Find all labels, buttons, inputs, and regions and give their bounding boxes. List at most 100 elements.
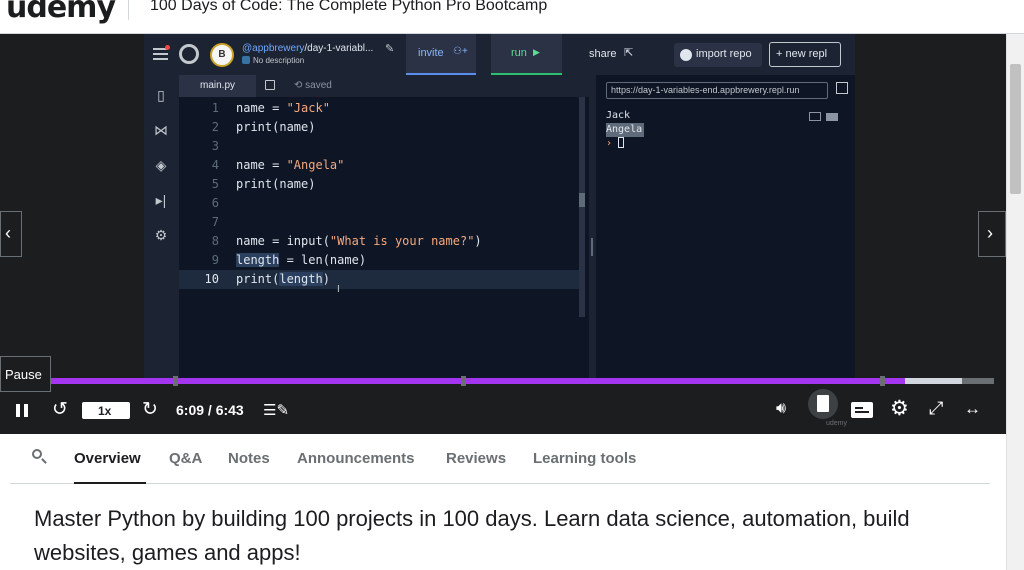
fullscreen-icon: ⤢ [929, 398, 944, 418]
console-output: Jack Angela › [606, 109, 645, 151]
course-tabs: Overview Q&A Notes Announcements Reviews… [10, 434, 990, 484]
console-line: Angela [606, 123, 645, 137]
chevron-left-icon: ‹ [5, 223, 11, 243]
files-icon[interactable]: ▯ [153, 87, 169, 103]
notes-icon: ☰✎ [263, 402, 290, 419]
code-line: 6 [211, 196, 219, 210]
search-button[interactable] [32, 449, 50, 467]
forward-5s-button[interactable]: ↻ [140, 398, 162, 420]
repl-name: /day-1-variabl... [304, 43, 374, 54]
file-menu-icon[interactable] [265, 80, 275, 90]
chevron-right-icon: › [987, 223, 993, 243]
replit-logo-icon[interactable] [179, 44, 199, 64]
code-line: 2 print(name) [211, 120, 316, 134]
code-line: 7 [211, 215, 219, 229]
file-tab-main-py[interactable]: main.py [179, 75, 256, 97]
history-icon: ⟲ [294, 80, 306, 91]
import-repo-button[interactable]: import repo [674, 43, 762, 67]
github-icon [680, 49, 692, 61]
clipboard-icon [817, 395, 829, 412]
tab-qa[interactable]: Q&A [169, 450, 202, 467]
tab-announcements[interactable]: Announcements [297, 450, 415, 467]
chapter-marker [880, 376, 885, 386]
gear-icon: ⚙ [890, 397, 909, 420]
console-pane[interactable]: https://day-1-variables-end.appbrewery.r… [596, 75, 855, 380]
run-button[interactable]: run ▶ [491, 34, 562, 75]
packages-icon[interactable]: ◈ [153, 157, 169, 173]
transcript-button[interactable] [808, 389, 838, 419]
volume-button[interactable]: 🔊︎ [776, 400, 798, 420]
code-line: 3 [211, 139, 219, 153]
share-button[interactable]: share ⇱ [578, 34, 650, 75]
pause-button[interactable] [15, 403, 31, 419]
settings-gear-icon[interactable]: ⚙ [153, 227, 169, 243]
new-repl-button[interactable]: + new repl [769, 42, 841, 67]
replit-header: B @appbrewery/day-1-variabl... ✎ No desc… [144, 34, 855, 75]
exit-icon[interactable] [809, 112, 821, 121]
captions-button[interactable] [851, 402, 875, 419]
debugger-icon[interactable]: ▸| [153, 192, 169, 208]
clear-console-icon[interactable] [826, 113, 838, 121]
progress-bar [51, 378, 905, 384]
editor-tab-bar: main.py ⟲ saved [179, 75, 589, 97]
code-line: 9 length = len(name) [211, 253, 367, 267]
top-bar: udemy 100 Days of Code: The Complete Pyt… [0, 0, 1024, 34]
playback-speed-button[interactable]: 1x [82, 402, 130, 419]
page-scroll-thumb[interactable] [1010, 64, 1021, 194]
settings-button[interactable]: ⚙ [890, 397, 912, 420]
repl-description: No description [242, 56, 304, 65]
forward-icon: ↻ [142, 399, 158, 420]
code-line-active: 10 print(length) [179, 270, 579, 289]
tab-reviews[interactable]: Reviews [446, 450, 506, 467]
share-icon: ⇱ [624, 47, 634, 59]
code-line: 5 print(name) [211, 177, 316, 191]
udemy-logo[interactable]: udemy [6, 0, 116, 25]
progress-track[interactable] [51, 376, 994, 386]
prompt-icon: › [606, 138, 613, 149]
video-player[interactable]: B @appbrewery/day-1-variabl... ✎ No desc… [0, 34, 1006, 434]
repl-title[interactable]: @appbrewery/day-1-variabl... [242, 43, 373, 54]
open-in-new-tab-icon[interactable] [836, 82, 848, 94]
tab-notes[interactable]: Notes [228, 450, 270, 467]
replit-frame: B @appbrewery/day-1-variabl... ✎ No desc… [144, 34, 855, 380]
play-icon: ▶ [533, 47, 540, 57]
captions-icon [851, 402, 873, 418]
add-user-icon: ⚇+ [453, 46, 468, 57]
saved-status: ⟲ saved [294, 80, 332, 91]
rewind-icon: ↺ [52, 399, 68, 420]
add-note-button[interactable]: ☰✎ [263, 401, 290, 419]
version-control-icon[interactable]: ⋈ [153, 122, 169, 138]
previous-lecture-button[interactable]: ‹ [0, 211, 22, 257]
chapter-marker [461, 376, 466, 386]
search-icon [32, 449, 42, 459]
python-icon [242, 56, 250, 64]
tab-learning-tools[interactable]: Learning tools [533, 450, 636, 467]
page-scrollbar[interactable] [1006, 34, 1024, 570]
editor-scroll-thumb[interactable] [579, 193, 585, 207]
code-line: 8 name = input("What is your name?") [211, 234, 482, 248]
console-toolbar [809, 108, 843, 121]
console-line: Jack [606, 110, 631, 121]
chapter-marker [173, 376, 178, 386]
repl-owner[interactable]: @appbrewery [242, 43, 304, 54]
replit-sidebar: ▯ ⋈ ◈ ▸| ⚙ [144, 75, 179, 380]
course-title[interactable]: 100 Days of Code: The Complete Python Pr… [150, 0, 547, 15]
fullscreen-button[interactable]: ⤢ [928, 398, 950, 421]
repl-avatar[interactable]: B [210, 43, 234, 67]
code-line: 4 name = "Angela" [211, 158, 345, 172]
editor-scrollbar[interactable] [579, 97, 585, 317]
url-field[interactable]: https://day-1-variables-end.appbrewery.r… [606, 82, 828, 99]
next-lecture-button[interactable]: › [978, 211, 1006, 257]
pause-icon [16, 404, 20, 417]
time-display: 6:09 / 6:43 [176, 402, 244, 418]
invite-button[interactable]: invite ⚇+ [406, 34, 476, 75]
text-cursor-icon: I [337, 284, 340, 295]
code-editor[interactable]: main.py ⟲ saved 1 name = "Jack" 2 print(na… [179, 75, 589, 380]
volume-icon: 🔊︎ [776, 400, 787, 417]
pane-divider[interactable] [589, 75, 596, 380]
tab-overview[interactable]: Overview [74, 434, 146, 484]
expand-width-button[interactable]: ↔ [964, 399, 990, 421]
notification-dot-icon [165, 45, 170, 50]
edit-pencil-icon[interactable]: ✎ [385, 42, 394, 55]
rewind-5s-button[interactable]: ↺ [50, 398, 72, 420]
